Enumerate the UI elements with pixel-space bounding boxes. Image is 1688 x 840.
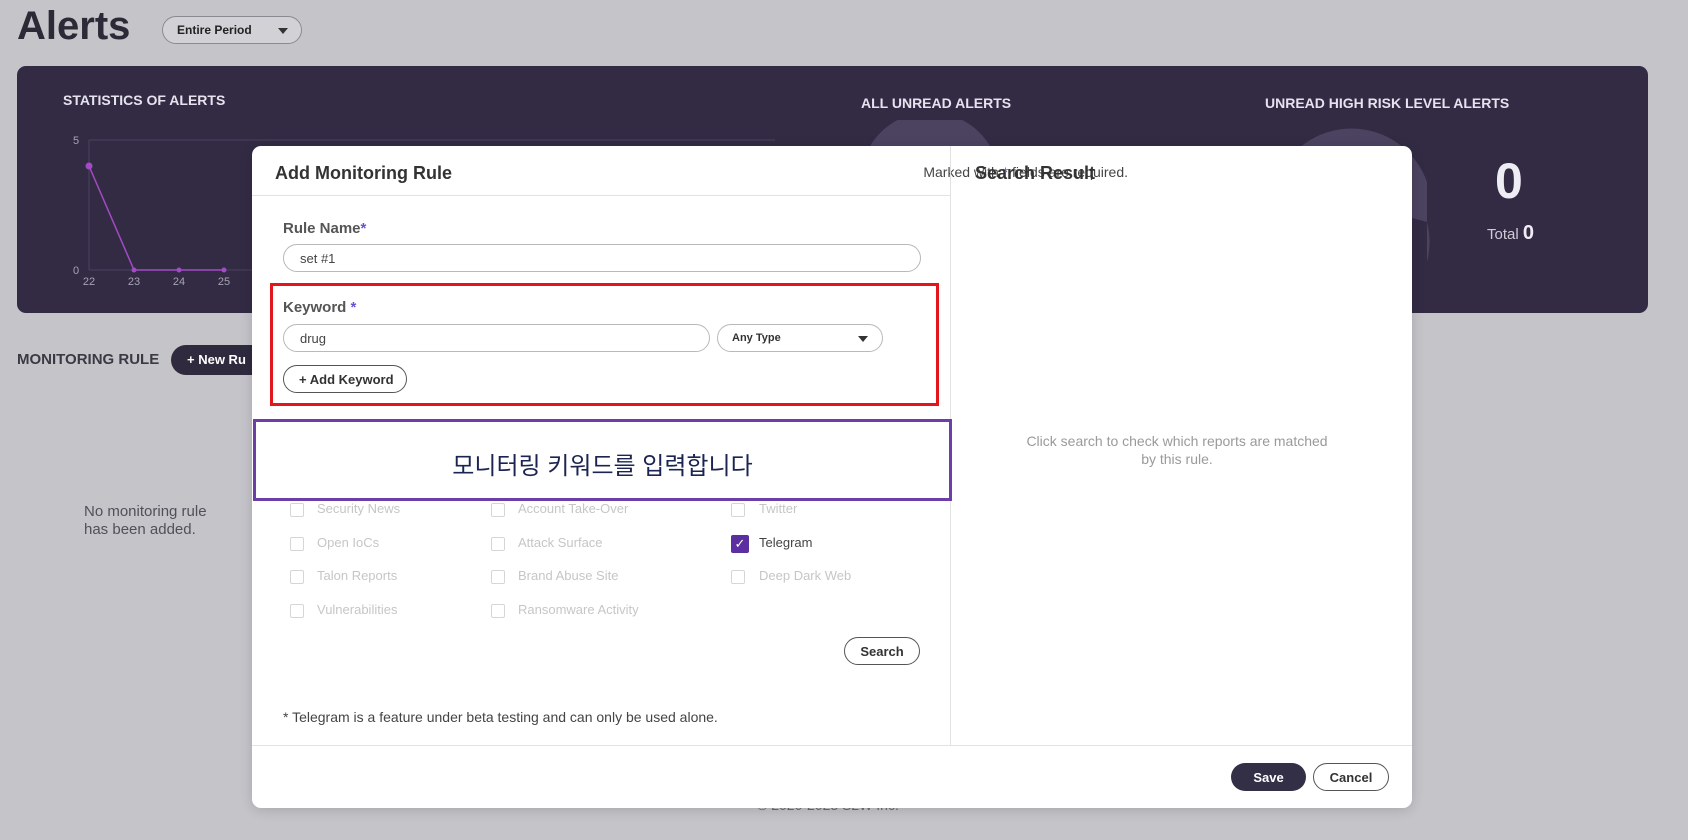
telegram-beta-note: * Telegram is a feature under beta testi…	[283, 709, 718, 725]
source-label: Brand Abuse Site	[518, 568, 619, 583]
source-checkbox[interactable]	[731, 570, 745, 584]
x-tick-label: 24	[173, 276, 185, 288]
search-result-title: Search Result	[975, 163, 1096, 183]
header-divider	[252, 195, 951, 196]
y-tick-label: 5	[73, 135, 79, 147]
cancel-button[interactable]: Cancel	[1313, 763, 1389, 791]
data-point	[176, 267, 182, 273]
new-rule-label: New Ru	[198, 352, 246, 367]
checkmark-icon: ✓	[734, 536, 746, 551]
source-label: Vulnerabilities	[317, 602, 398, 617]
search-result-message: Click search to check which reports are …	[1002, 432, 1352, 468]
source-checkbox[interactable]	[491, 537, 505, 551]
x-tick-label: 25	[218, 276, 230, 288]
source-checkbox[interactable]	[491, 604, 505, 618]
plus-icon: +	[187, 352, 195, 367]
source-checkbox[interactable]	[491, 503, 505, 517]
source-label: Twitter	[759, 501, 798, 516]
source-label: Talon Reports	[317, 568, 398, 583]
telegram-label: Telegram	[759, 535, 813, 550]
data-point	[131, 267, 137, 273]
high-risk-count: 0	[1495, 153, 1523, 209]
telegram-checkbox[interactable]: ✓	[731, 535, 749, 553]
rule-name-label-text: Rule Name	[283, 220, 361, 237]
series-line	[88, 165, 224, 271]
rule-name-label: Rule Name*	[283, 220, 366, 237]
source-label: Open IoCs	[317, 535, 380, 550]
empty-rules-message: No monitoring rule has been added.	[84, 503, 207, 539]
empty-rules-line2: has been added.	[84, 521, 196, 538]
source-label: Security News	[317, 501, 401, 516]
source-checkbox[interactable]	[290, 537, 304, 551]
x-tick-label: 22	[83, 276, 95, 288]
source-label: Ransomware Activity	[518, 602, 639, 617]
source-label: Attack Surface	[518, 535, 603, 550]
search-result-line1: Click search to check which reports are …	[1026, 433, 1328, 449]
data-point	[85, 162, 93, 170]
search-button[interactable]: Search	[844, 637, 920, 665]
empty-rules-line1: No monitoring rule	[84, 503, 207, 520]
modal-title: Add Monitoring Rule	[275, 163, 452, 183]
total-count: Total 0	[1487, 222, 1534, 245]
add-monitoring-rule-modal: Add Monitoring Rule Marked with * fields…	[252, 146, 1412, 808]
monitoring-rule-title: MONITORING RULE	[17, 351, 160, 368]
total-value: 0	[1522, 222, 1534, 244]
total-label: Total	[1487, 226, 1519, 243]
source-checkbox[interactable]	[290, 570, 304, 584]
x-tick-label: 23	[128, 276, 140, 288]
annotation-caption: 모니터링 키워드를 입력합니다	[253, 419, 952, 501]
source-checkbox[interactable]	[290, 604, 304, 618]
source-checkbox[interactable]	[731, 503, 745, 517]
footer-divider	[252, 745, 1412, 746]
required-star: *	[360, 220, 367, 237]
search-result-line2: by this rule.	[1141, 451, 1213, 467]
data-point	[221, 267, 227, 273]
save-button[interactable]: Save	[1231, 763, 1306, 791]
y-tick-label: 0	[73, 265, 79, 277]
source-checkbox[interactable]	[491, 570, 505, 584]
source-label: Deep Dark Web	[759, 568, 852, 583]
rule-name-input[interactable]: set #1	[283, 244, 921, 272]
keyword-highlight-box	[270, 283, 939, 406]
source-label: Account Take-Over	[518, 501, 629, 516]
source-checkbox[interactable]	[290, 503, 304, 517]
unread-donut	[870, 120, 990, 146]
